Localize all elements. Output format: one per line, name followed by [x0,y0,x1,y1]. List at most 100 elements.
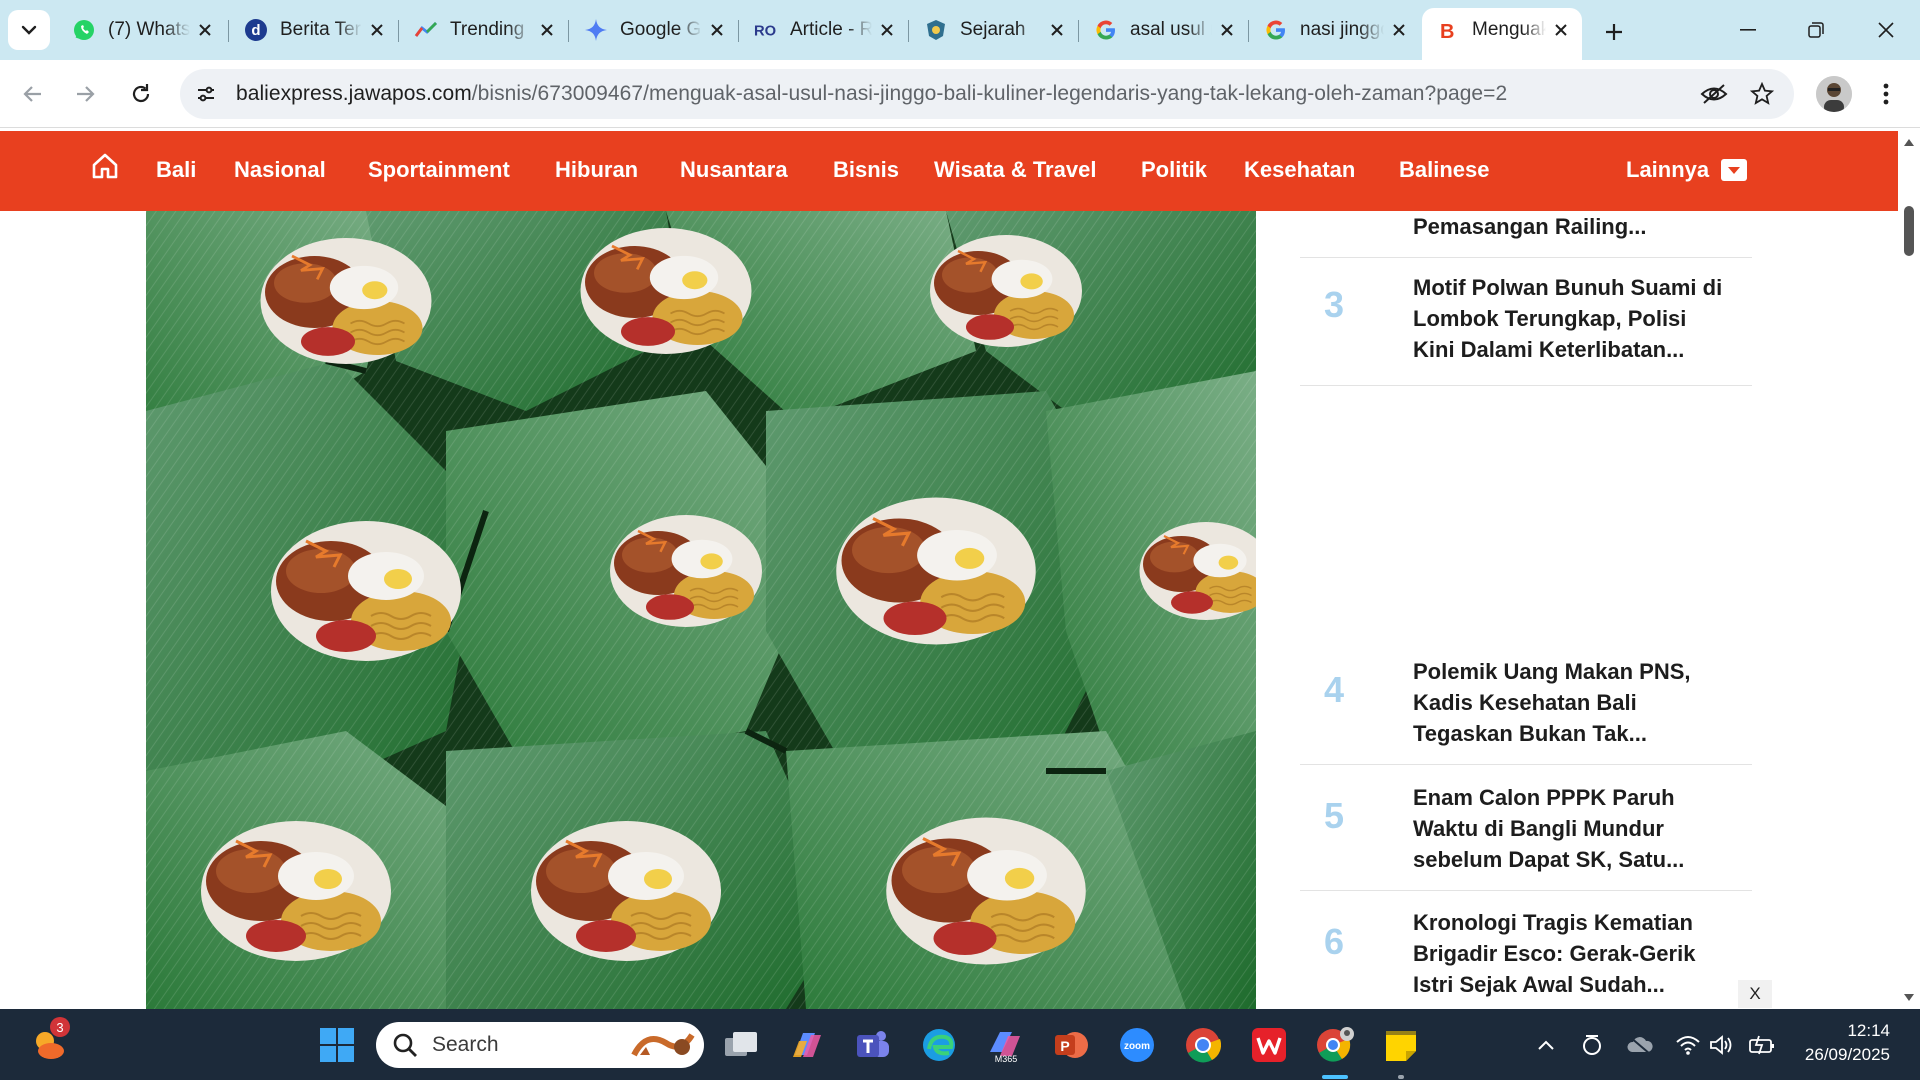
nav-bisnis[interactable]: Bisnis [833,157,899,183]
windows-taskbar: 3 Search M365 P zoom 12:14 26/09/2025 [0,1009,1920,1080]
taskbar-zoom[interactable]: zoom [1116,1024,1158,1066]
taskbar-m365[interactable]: M365 [984,1024,1026,1066]
forward-button[interactable] [64,73,106,115]
tray-volume[interactable] [1708,1031,1736,1059]
nav-bali[interactable]: Bali [156,157,196,183]
scrollbar-thumb[interactable] [1904,206,1914,256]
close-tab-icon[interactable] [366,19,388,41]
minimize-button[interactable] [1720,8,1776,52]
trending-item[interactable]: Pemasangan Railing... [1300,211,1752,258]
trending-title[interactable]: Kronologi Tragis Kematian Brigadir Esco:… [1413,907,1733,1000]
trending-title[interactable]: Pemasangan Railing... [1413,211,1733,242]
taskbar-chrome[interactable] [1182,1024,1224,1066]
whatsapp-icon [72,18,96,42]
taskbar-edge[interactable] [918,1024,960,1066]
nav-hiburan[interactable]: Hiburan [555,157,638,183]
caret-down-icon [1721,159,1748,181]
taskbar-sticky-notes[interactable] [1380,1024,1422,1066]
tray-onedrive[interactable] [1626,1031,1654,1059]
taskbar-teams[interactable] [852,1024,894,1066]
close-tab-icon[interactable] [1550,19,1572,41]
chrome-profile-icon [1317,1027,1354,1062]
tray-wifi[interactable] [1674,1031,1702,1059]
tab-google-search-nasi-jinggo[interactable]: nasi jinggo [1250,10,1420,50]
m365-icon: M365 [990,1032,1020,1064]
nav-nasional[interactable]: Nasional [234,157,326,183]
close-tab-icon[interactable] [706,19,728,41]
site-info-button[interactable] [186,74,226,114]
taskbar-search-label: Search [432,1033,499,1056]
ad-close-button[interactable]: X [1738,980,1772,1008]
svg-text:P: P [1060,1038,1069,1054]
profile-avatar[interactable] [1816,76,1852,112]
windows-logo-icon [320,1028,354,1062]
bookmark-button[interactable] [1744,76,1780,112]
taskbar-clock[interactable]: 12:14 26/09/2025 [1780,1019,1890,1067]
close-tab-icon[interactable] [876,19,898,41]
trending-title[interactable]: Polemik Uang Makan PNS, Kadis Kesehatan … [1413,656,1733,749]
taskbar-powerpoint[interactable]: P [1050,1024,1092,1066]
baliexpress-icon: B [1436,18,1460,42]
taskbar-copilot[interactable] [786,1024,828,1066]
reload-button[interactable] [120,73,162,115]
address-bar[interactable]: baliexpress.jawapos.com/bisnis/673009467… [180,69,1794,119]
url-text[interactable]: baliexpress.jawapos.com/bisnis/673009467… [236,82,1507,106]
trending-item[interactable]: 3 Motif Polwan Bunuh Suami di Lombok Ter… [1300,258,1752,386]
google-icon [1094,18,1118,42]
arrow-right-icon [77,86,95,102]
page-scrollbar[interactable] [1898,131,1920,1009]
nav-wisata-travel[interactable]: Wisata & Travel [934,157,1096,183]
nav-politik[interactable]: Politik [1141,157,1207,183]
tab-active-baliexpress[interactable]: B Menguak Asal Usul Nasi Jinggo Bali [1422,8,1582,60]
close-tab-icon[interactable] [194,19,216,41]
nav-kesehatan[interactable]: Kesehatan [1244,157,1355,183]
trending-title[interactable]: Motif Polwan Bunuh Suami di Lombok Terun… [1413,272,1733,365]
scroll-down-icon[interactable] [1903,993,1915,1003]
trending-item[interactable]: 6 Kronologi Tragis Kematian Brigadir Esc… [1300,891,1752,1009]
svg-text:RO: RO [754,24,776,40]
restore-button[interactable] [1788,8,1844,52]
scroll-up-icon[interactable] [1903,137,1915,147]
tab-search-button[interactable] [8,10,50,50]
tab-google-search-asal-usul[interactable]: asal usul nasi jinggo [1080,10,1248,50]
close-tab-icon[interactable] [1046,19,1068,41]
close-tab-icon[interactable] [536,19,558,41]
nav-sportainment[interactable]: Sportainment [368,157,510,183]
tray-battery[interactable] [1748,1031,1776,1059]
nav-balinese[interactable]: Balinese [1399,157,1490,183]
nav-more-dropdown[interactable]: Lainnya [1626,157,1748,183]
tab-trending[interactable]: Trending [400,10,568,50]
taskbar-chrome-profile[interactable] [1314,1024,1356,1066]
tab-sejarah[interactable]: Sejarah [910,10,1078,50]
trending-item[interactable]: 5 Enam Calon PPPK Paruh Waktu di Bangli … [1300,765,1752,891]
search-icon [393,1033,417,1057]
tab-article[interactable]: RO Article - Rytr [740,10,908,50]
trending-title[interactable]: Enam Calon PPPK Paruh Waktu di Bangli Mu… [1413,782,1733,875]
new-tab-button[interactable] [1596,14,1632,50]
rytr-icon: RO [754,18,778,42]
tab-whatsapp[interactable]: (7) WhatsApp [58,10,226,50]
clock-time: 12:14 [1847,1021,1890,1040]
tab-gemini[interactable]: Google Gemini [570,10,738,50]
nav-nusantara[interactable]: Nusantara [680,157,788,183]
back-button[interactable] [12,73,54,115]
taskbar-search[interactable]: Search [376,1022,704,1068]
trending-item[interactable]: 4 Polemik Uang Makan PNS, Kadis Kesehata… [1300,639,1752,765]
zoom-icon: zoom [1120,1028,1154,1062]
tray-sync[interactable] [1578,1031,1606,1059]
start-button[interactable] [316,1024,358,1066]
taskbar-task-view[interactable] [720,1024,762,1066]
tab-strip: (7) WhatsApp d Berita Terkini Trending G… [0,0,1920,60]
tab-detik[interactable]: d Berita Terkini [230,10,398,50]
close-tab-icon[interactable] [1388,19,1410,41]
avatar-icon [1816,76,1852,112]
tracking-protection-button[interactable] [1696,76,1732,112]
trending-number: 4 [1324,669,1345,710]
tab-separator [568,20,569,42]
taskbar-wps[interactable] [1248,1024,1290,1066]
close-tab-icon[interactable] [1216,19,1238,41]
home-link[interactable] [90,151,122,183]
browser-menu-button[interactable] [1868,76,1904,112]
show-hidden-icons-button[interactable] [1532,1031,1560,1059]
close-window-button[interactable] [1858,8,1914,52]
